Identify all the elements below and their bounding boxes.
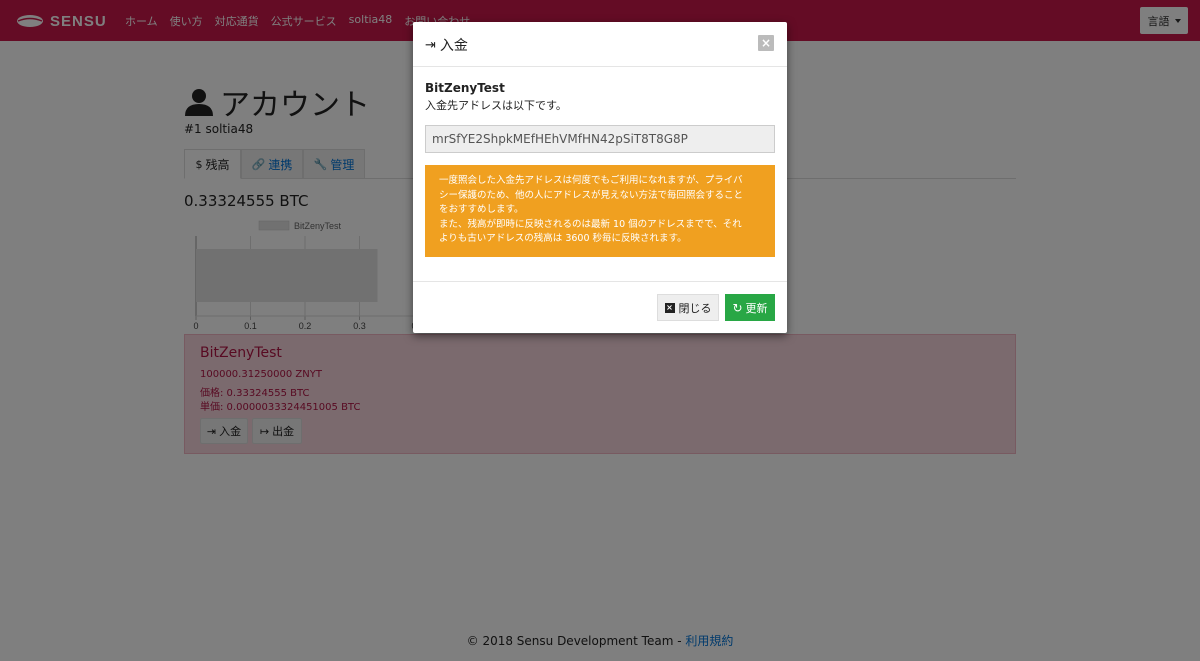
sign-in-icon: ⇥ (425, 37, 436, 53)
deposit-address-field[interactable] (425, 125, 775, 153)
close-button-label: 閉じる (678, 301, 712, 315)
alert-line: よりも古いアドレスの残高は 3600 秒毎に反映されます。 (439, 233, 687, 244)
refresh-button-label: 更新 (745, 301, 768, 315)
alert-line: をおすすめします。 (439, 204, 524, 215)
refresh-button[interactable]: ↻ 更新 (725, 294, 775, 321)
deposit-modal: ⇥ 入金 × BitZenyTest 入金先アドレスは以下です。 一度照会した入… (413, 22, 787, 333)
modal-description: 入金先アドレスは以下です。 (425, 99, 567, 112)
close-square-icon: × (664, 302, 675, 313)
modal-title-text: 入金 (439, 38, 468, 54)
alert-line: また、残高が即時に反映されるのは最新 10 個のアドレスまでで、それ (439, 218, 742, 230)
modal-title: ⇥ 入金 (425, 35, 468, 55)
privacy-alert: 一度照会した入金先アドレスは何度でもご利用になれますが、プライバ シー保護のため… (425, 165, 775, 257)
close-icon[interactable]: × (758, 35, 774, 51)
alert-line: 一度照会した入金先アドレスは何度でもご利用になれますが、プライバ (439, 175, 743, 186)
modal-coin-name: BitZenyTest (425, 81, 505, 95)
modal-header: ⇥ 入金 × (413, 22, 787, 67)
refresh-icon: ↻ (732, 300, 743, 315)
close-button[interactable]: × 閉じる (657, 294, 719, 321)
modal-footer: × 閉じる ↻ 更新 (413, 281, 787, 333)
alert-line: シー保護のため、他の人にアドレスが見えない方法で毎回照会すること (439, 189, 744, 201)
